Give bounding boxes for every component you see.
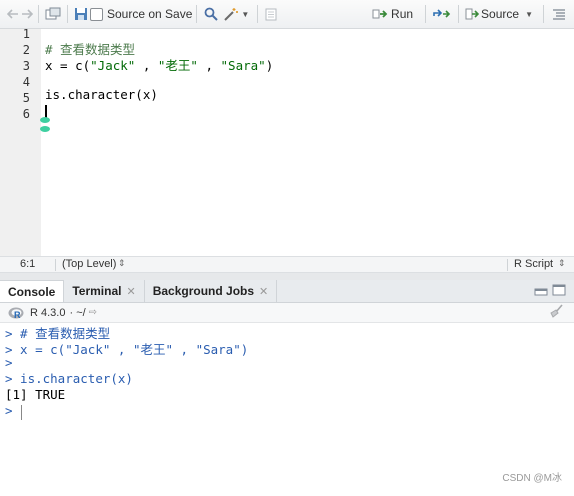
tab-terminal[interactable]: Terminal ✕ — [64, 280, 145, 302]
console-tabbar: Console Terminal ✕ Background Jobs ✕ — [0, 280, 574, 303]
line-number-gutter: 1 2 3 4 5 6 — [0, 27, 41, 256]
back-arrow-icon[interactable] — [6, 4, 20, 24]
run-icon[interactable] — [371, 4, 391, 24]
code-token: , — [135, 58, 158, 73]
console-output-line: [1] TRUE — [5, 387, 66, 402]
line-number: 3 — [22, 59, 30, 73]
code-line-assignment: x = c("Jack" , "老王" , "Sara") — [45, 55, 273, 74]
scope-selector[interactable]: (Top Level) — [62, 258, 116, 270]
cursor-marker-dot — [40, 117, 50, 123]
line-number: 5 — [22, 91, 30, 105]
source-icon[interactable] — [463, 4, 481, 24]
code-token: ) — [265, 58, 274, 73]
tab-background-jobs[interactable]: Background Jobs ✕ — [144, 280, 278, 302]
editor-toolbar: Source on Save ▼ Run Source ▼ — [0, 0, 574, 29]
toolbar-divider — [67, 5, 68, 23]
toolbar-divider — [257, 5, 259, 23]
toolbar-divider — [425, 5, 427, 23]
updown-chevron-icon[interactable]: ⇕ — [558, 258, 566, 269]
updown-chevron-icon[interactable]: ⇕ — [118, 258, 126, 269]
console-input: x = c("Jack" , "老王" , "Sara") — [12, 342, 249, 357]
cursor-position: 6:1 — [20, 258, 36, 270]
console-prompt: > — [5, 403, 13, 418]
show-in-window-icon[interactable] — [43, 4, 63, 24]
line-number: 2 — [22, 43, 30, 57]
console-line: > x = c("Jack" , "老王" , "Sara") — [5, 339, 248, 358]
close-icon[interactable]: ✕ — [259, 285, 268, 298]
console-cursor — [21, 405, 22, 420]
cursor-marker-dot — [40, 126, 50, 132]
toolbar-divider — [196, 5, 198, 23]
console-prompt: > — [5, 355, 13, 370]
line-number: 6 — [22, 107, 30, 121]
statusbar-divider — [507, 259, 508, 271]
editor-statusbar: 6:1 (Top Level) ⇕ R Script ⇕ — [0, 256, 574, 273]
line-number: 4 — [22, 75, 30, 89]
string-literal: "Jack" — [90, 58, 136, 73]
minimize-pane-icon[interactable] — [534, 284, 548, 299]
tab-label: Console — [8, 284, 56, 299]
console-header: R R 4.3.0 · ~/ ⇨ — [0, 303, 574, 323]
watermark: CSDN @M冰 — [502, 473, 562, 484]
source-button[interactable]: Source — [481, 7, 519, 21]
toolbar-divider — [38, 5, 39, 23]
chevron-down-icon[interactable]: ▼ — [525, 10, 533, 19]
source-on-save-checkbox[interactable] — [90, 7, 103, 21]
tab-label: Background Jobs — [152, 284, 255, 298]
code-line-call: is.character(x) — [45, 87, 158, 102]
console-line: > is.character(x) — [5, 371, 133, 386]
magic-wand-icon[interactable] — [221, 4, 241, 24]
tab-label: Terminal — [72, 284, 122, 298]
save-icon[interactable] — [72, 4, 90, 24]
toolbar-divider — [458, 5, 460, 23]
outline-menu-icon[interactable] — [548, 4, 570, 24]
string-literal: "Sara" — [220, 58, 266, 73]
rerun-icon[interactable] — [430, 4, 454, 24]
working-directory[interactable]: · ~/ — [69, 307, 85, 319]
run-button[interactable]: Run — [391, 7, 413, 21]
statusbar-divider — [55, 259, 56, 271]
close-icon[interactable]: ✕ — [126, 285, 135, 298]
code-token: x = c( — [45, 58, 91, 73]
file-type-selector[interactable]: R Script — [514, 258, 553, 270]
string-literal: "老王" — [157, 58, 198, 73]
svg-text:R: R — [14, 310, 21, 319]
toolbar-divider — [543, 5, 544, 23]
console-prompt: > — [5, 371, 13, 386]
console-line: > — [5, 355, 13, 370]
go-to-directory-icon[interactable]: ⇨ — [89, 307, 97, 318]
forward-arrow-icon[interactable] — [20, 4, 34, 24]
source-editor[interactable]: 1 2 3 4 5 6 # 查看数据类型 x = c("Jack" , "老王"… — [0, 27, 574, 256]
clear-console-broom-icon[interactable] — [548, 304, 564, 321]
console-line: > — [5, 403, 13, 418]
r-logo-icon: R — [8, 307, 24, 320]
document-outline-icon[interactable] — [262, 4, 280, 24]
console-input: is.character(x) — [12, 371, 133, 386]
code-token: , — [197, 58, 221, 73]
r-version: R 4.3.0 — [30, 306, 66, 319]
source-on-save-label[interactable]: Source on Save — [107, 7, 192, 21]
line-number: 1 — [22, 27, 30, 41]
pane-splitter[interactable] — [0, 273, 574, 280]
console-output[interactable]: > # 查看数据类型 > x = c("Jack" , "老王" , "Sara… — [0, 323, 574, 496]
search-icon[interactable] — [201, 4, 221, 24]
chevron-down-icon[interactable]: ▼ — [241, 10, 249, 19]
tab-console[interactable]: Console — [0, 280, 65, 302]
maximize-pane-icon[interactable] — [552, 284, 566, 299]
